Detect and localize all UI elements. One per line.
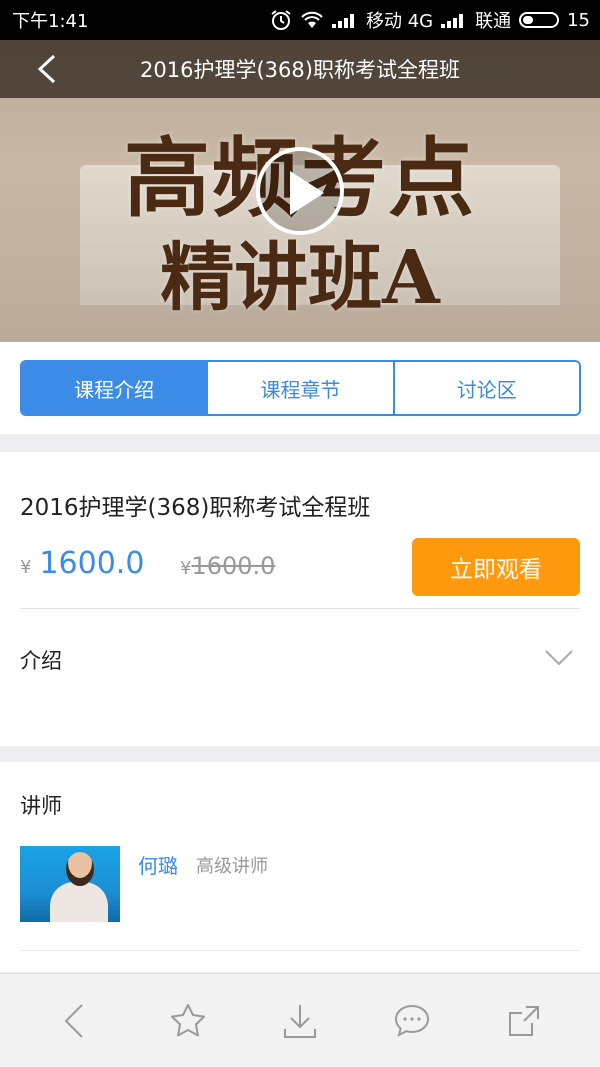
carrier-1: 移动 4G: [365, 11, 434, 32]
alarm-icon: [271, 10, 291, 30]
teacher-title: 高级讲师: [196, 856, 268, 877]
currency-symbol-original: ¥: [180, 558, 192, 579]
status-time: 下午1:41: [12, 11, 89, 32]
signal-icon-2: [441, 12, 467, 28]
tabs-container: 课程介绍 课程章节 讨论区: [0, 342, 600, 434]
teacher-section-label: 讲师: [20, 794, 62, 818]
tab-course-intro[interactable]: 课程介绍: [22, 362, 207, 414]
price-row: ¥1600.0 ¥1600.0 立即观看: [20, 538, 580, 598]
original-price-value: 1600.0: [191, 552, 276, 580]
wifi-icon: [301, 11, 323, 28]
teacher-avatar[interactable]: [20, 846, 120, 922]
page-title: 2016护理学(368)职称考试全程班: [140, 58, 460, 82]
intro-label: 介绍: [20, 649, 62, 673]
carrier-2: 联通: [475, 11, 512, 32]
back-icon[interactable]: [34, 54, 62, 84]
price-value: 1600.0: [39, 546, 145, 581]
chevron-down-icon[interactable]: [544, 649, 574, 667]
star-icon[interactable]: [168, 1001, 208, 1041]
chat-icon[interactable]: [392, 1001, 432, 1041]
video-player[interactable]: 高频考点 精讲班A 2016护理学(368)职称考试全程班: [0, 40, 600, 342]
divider: [20, 950, 580, 951]
battery-icon: [519, 12, 560, 28]
status-bar: 下午1:41 移动 4G 联通 15: [0, 0, 600, 40]
share-icon[interactable]: [504, 1001, 544, 1041]
watch-now-button[interactable]: 立即观看: [412, 538, 580, 596]
battery-level: 15: [567, 9, 590, 31]
tab-bar: 课程介绍 课程章节 讨论区: [20, 360, 581, 416]
tab-discussion[interactable]: 讨论区: [392, 362, 579, 414]
currency-symbol: ¥: [20, 557, 32, 578]
teacher-name[interactable]: 何璐: [138, 850, 178, 879]
course-title: 2016护理学(368)职称考试全程班: [20, 495, 371, 521]
signal-icon: [331, 12, 358, 28]
divider: [20, 608, 580, 609]
play-icon[interactable]: [256, 147, 344, 235]
current-price: ¥1600.0: [20, 546, 144, 581]
teacher-card: 讲师 何璐 高级讲师: [0, 762, 600, 972]
nav-bar: 2016护理学(368)职称考试全程班: [0, 40, 600, 98]
bottom-toolbar: [0, 973, 600, 1067]
course-info-card: 2016护理学(368)职称考试全程班 ¥1600.0 ¥1600.0 立即观看…: [0, 452, 600, 746]
original-price: ¥1600.0: [180, 552, 275, 580]
back-icon[interactable]: [56, 1001, 96, 1041]
download-icon[interactable]: [280, 1001, 320, 1041]
tab-chapters[interactable]: 课程章节: [206, 362, 393, 414]
